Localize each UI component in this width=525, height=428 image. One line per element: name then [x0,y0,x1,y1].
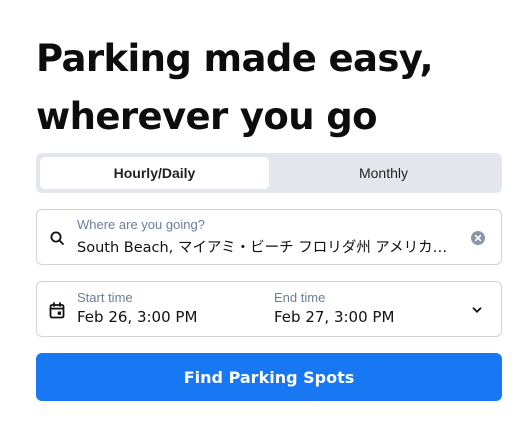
calendar-icon [49,302,65,319]
clear-icon [474,234,482,242]
headline-line-1: Parking made easy, [36,37,434,80]
start-time-value: Feb 26, 3:00 PM [77,308,198,326]
start-time-field[interactable]: Start time Feb 26, 3:00 PM [77,282,267,338]
tab-monthly[interactable]: Monthly [269,157,498,189]
headline-line-2: wherever you go [36,95,378,138]
destination-search-field[interactable]: Where are you going? [36,209,502,265]
end-time-field[interactable]: End time Feb 27, 3:00 PM [274,282,464,338]
end-time-label: End time [274,290,326,305]
find-parking-spots-button[interactable]: Find Parking Spots [36,353,502,401]
destination-input[interactable] [77,235,459,257]
search-label: Where are you going? [77,217,205,232]
clear-search-button[interactable] [471,231,485,245]
start-time-label: Start time [77,290,133,305]
chevron-down-icon[interactable] [471,304,483,316]
date-range-picker[interactable]: Start time Feb 26, 3:00 PM End time Feb … [36,281,502,337]
search-icon [50,231,64,245]
booking-type-tabs: Hourly/Daily Monthly [36,153,502,193]
hero-headline: Parking made easy, wherever you go [36,30,496,146]
tab-hourly-daily[interactable]: Hourly/Daily [40,157,269,189]
end-time-value: Feb 27, 3:00 PM [274,308,395,326]
